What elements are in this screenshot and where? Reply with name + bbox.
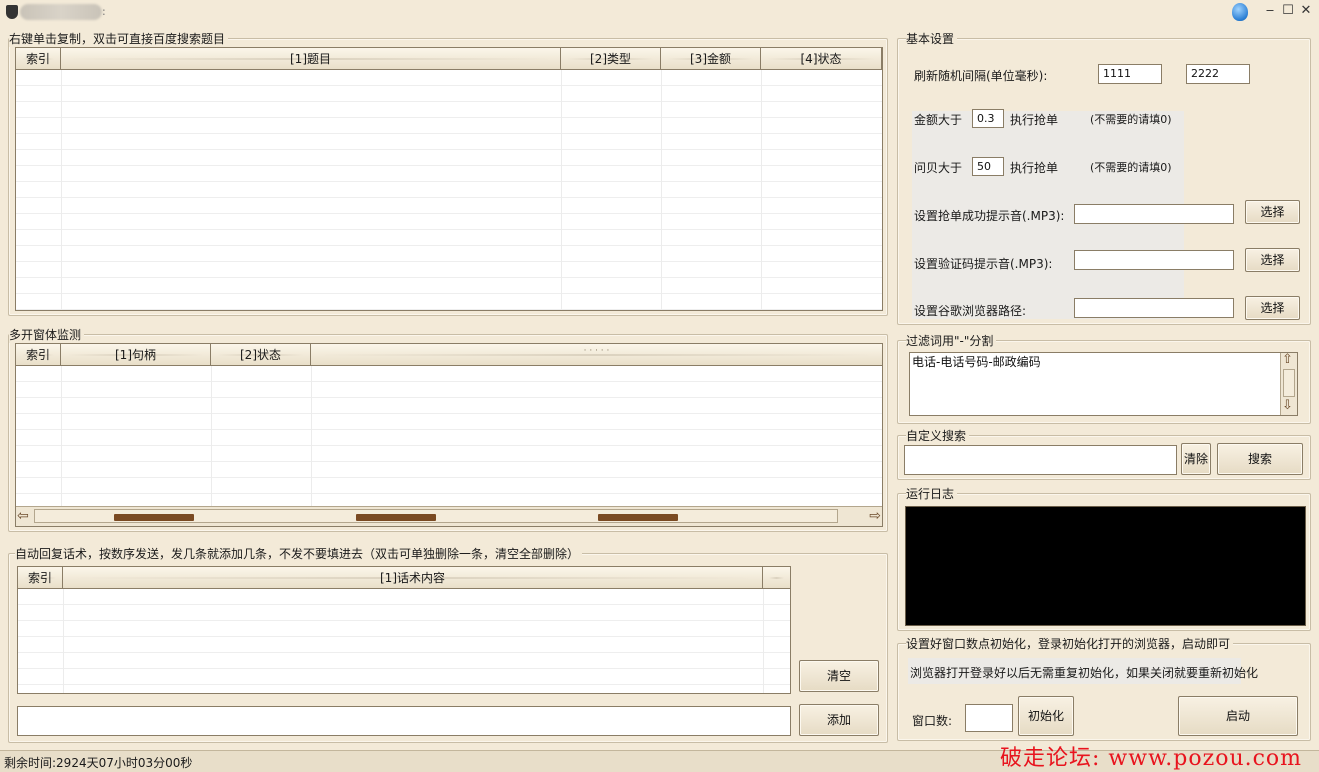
chrome-path-label: 设置谷歌浏览器路径: — [914, 304, 1027, 318]
multi-window-table[interactable]: 索引 [1]句柄 [2]状态 · · · · · ⇦ ⇨ — [15, 343, 883, 527]
custom-search-group-title: 自定义搜索 — [906, 427, 970, 444]
init-group: 设置好窗口数点初始化，登录初始化打开的浏览器，启动即可 浏览器打开登录好以后无需… — [897, 635, 1311, 741]
captcha-sound-label: 设置验证码提示音(.MP3): — [914, 257, 1053, 271]
auto-reply-table[interactable]: 索引 [1]话术内容 — [17, 566, 791, 694]
filter-vertical-scrollbar[interactable]: ⇧ ⇩ — [1280, 352, 1297, 415]
refresh-max-input[interactable]: 2222 — [1186, 64, 1250, 84]
window-count-label: 窗口数: — [912, 714, 953, 728]
basic-settings-group-title: 基本设置 — [906, 30, 958, 47]
multi-window-table-body[interactable] — [16, 366, 882, 506]
basic-settings-group: 基本设置 刷新随机间隔(单位毫秒): 1111 2222 金额大于 0.3 执行… — [897, 30, 1311, 325]
clear-replies-button[interactable]: 清空 — [799, 660, 879, 692]
amount-hint-label: (不需要的请填0) — [1090, 113, 1172, 126]
init-group-title: 设置好窗口数点初始化，登录初始化打开的浏览器，启动即可 — [906, 635, 1234, 652]
col-header-index[interactable]: 索引 — [18, 567, 63, 589]
amount-threshold-input[interactable]: 0.3 — [972, 109, 1004, 128]
col-header-status[interactable]: [4]状态 — [761, 48, 882, 70]
auto-reply-table-body[interactable] — [18, 589, 790, 693]
window-title-suffix: : — [102, 5, 106, 18]
add-reply-button[interactable]: 添加 — [799, 704, 879, 736]
multi-window-group: 多开窗体监测 索引 [1]句柄 [2]状态 · · · · · ⇦ ⇨ — [8, 326, 888, 532]
scroll-thumb-grip[interactable] — [356, 514, 436, 521]
col-header-type[interactable]: [2]类型 — [561, 48, 661, 70]
col-header-reply-content[interactable]: [1]话术内容 — [63, 567, 763, 589]
window-title-blurred — [20, 4, 102, 20]
app-shield-icon — [6, 5, 18, 19]
choose-captcha-sound-button[interactable]: 选择 — [1245, 248, 1300, 272]
scroll-down-arrow-icon[interactable]: ⇩ — [1282, 398, 1293, 414]
initialize-button[interactable]: 初始化 — [1018, 696, 1074, 736]
close-button[interactable]: ✕ — [1298, 3, 1314, 19]
clear-search-button[interactable]: 清除 — [1181, 443, 1211, 475]
success-sound-label: 设置抢单成功提示音(.MP3): — [914, 209, 1065, 223]
wenbei-threshold-label: 问贝大于 — [914, 161, 963, 175]
col-header-empty: · · · · · — [311, 344, 882, 366]
col-header-amount[interactable]: [3]金额 — [661, 48, 761, 70]
wenbei-action-label: 执行抢单 — [1010, 161, 1059, 175]
maximize-button[interactable]: ☐ — [1280, 3, 1296, 19]
questions-table[interactable]: 索引 [1]题目 [2]类型 [3]金额 [4]状态 — [15, 47, 883, 311]
refresh-min-input[interactable]: 1111 — [1098, 64, 1162, 84]
auto-reply-group: 自动回复话术，按数序发送，发几条就添加几条，不发不要填进去（双击可单独删除一条，… — [8, 545, 888, 743]
col-header-index[interactable]: 索引 — [16, 344, 61, 366]
horizontal-scrollbar[interactable]: ⇦ ⇨ — [16, 506, 882, 526]
title-bar: : ‒ ☐ ✕ — [0, 0, 1319, 24]
scroll-thumb[interactable] — [1283, 369, 1295, 397]
scroll-left-arrow-icon[interactable]: ⇦ — [17, 508, 29, 524]
run-log-group-title: 运行日志 — [906, 485, 958, 502]
auto-reply-table-header: 索引 [1]话术内容 — [18, 567, 790, 589]
skin-icon[interactable] — [1232, 3, 1248, 21]
filter-words-group-title: 过滤词用"-"分割 — [906, 332, 997, 349]
questions-table-header: 索引 [1]题目 [2]类型 [3]金额 [4]状态 — [16, 48, 882, 70]
filter-words-text: 电话-电话号码-邮政编码 — [912, 355, 1041, 369]
scroll-right-arrow-icon[interactable]: ⇨ — [869, 508, 881, 524]
filter-words-group: 过滤词用"-"分割 电话-电话号码-邮政编码 ⇧ ⇩ — [897, 332, 1311, 424]
col-header-index[interactable]: 索引 — [16, 48, 61, 70]
init-note-label: 浏览器打开登录好以后无需重复初始化，如果关闭就要重新初始化 — [910, 666, 1259, 680]
questions-table-body[interactable] — [16, 70, 882, 310]
choose-chrome-path-button[interactable]: 选择 — [1245, 296, 1300, 320]
custom-search-input[interactable] — [904, 445, 1177, 475]
start-button[interactable]: 启动 — [1178, 696, 1298, 736]
multi-window-table-header: 索引 [1]句柄 [2]状态 · · · · · — [16, 344, 882, 366]
auto-reply-group-title: 自动回复话术，按数序发送，发几条就添加几条，不发不要填进去（双击可单独删除一条，… — [15, 545, 583, 562]
questions-group: 右键单击复制，双击可直接百度搜索题目 索引 [1]题目 [2]类型 [3]金额 … — [8, 30, 888, 316]
col-header-status[interactable]: [2]状态 — [211, 344, 311, 366]
wenbei-threshold-input[interactable]: 50 — [972, 157, 1004, 176]
scroll-thumb-grip[interactable] — [598, 514, 678, 521]
filter-words-textarea[interactable]: 电话-电话号码-邮政编码 — [909, 352, 1298, 416]
amount-threshold-label: 金额大于 — [914, 113, 963, 127]
success-sound-input[interactable] — [1074, 204, 1234, 224]
questions-group-title: 右键单击复制，双击可直接百度搜索题目 — [9, 30, 229, 47]
multi-window-group-title: 多开窗体监测 — [9, 326, 85, 343]
wenbei-hint-label: (不需要的请填0) — [1090, 161, 1172, 174]
captcha-sound-input[interactable] — [1074, 250, 1234, 270]
col-header-question[interactable]: [1]题目 — [61, 48, 561, 70]
scroll-thumb-grip[interactable] — [114, 514, 194, 521]
run-log-group: 运行日志 — [897, 485, 1311, 631]
scroll-up-arrow-icon[interactable]: ⇧ — [1282, 352, 1293, 368]
forum-watermark: 破走论坛: www.pozou.com — [1000, 746, 1303, 771]
chrome-path-input[interactable] — [1074, 298, 1234, 318]
refresh-interval-label: 刷新随机间隔(单位毫秒): — [914, 69, 1048, 83]
custom-search-group: 自定义搜索 清除 搜索 — [897, 427, 1311, 480]
window-count-input[interactable] — [965, 704, 1013, 732]
col-header-empty — [763, 567, 790, 589]
amount-action-label: 执行抢单 — [1010, 113, 1059, 127]
choose-success-sound-button[interactable]: 选择 — [1245, 200, 1300, 224]
minimize-button[interactable]: ‒ — [1262, 3, 1278, 19]
run-log-output[interactable] — [905, 506, 1306, 626]
remaining-time-label: 剩余时间:2924天07小时03分00秒 — [4, 756, 193, 770]
reply-input[interactable] — [17, 706, 791, 736]
col-header-handle[interactable]: [1]句柄 — [61, 344, 211, 366]
search-button[interactable]: 搜索 — [1217, 443, 1303, 475]
